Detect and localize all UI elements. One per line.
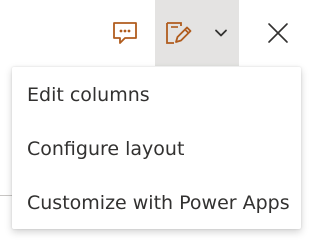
edit-view-button-group	[155, 0, 239, 66]
chevron-down-icon	[215, 29, 227, 37]
comment-button[interactable]	[104, 0, 146, 66]
menu-item-configure-layout[interactable]: Configure layout	[12, 122, 301, 176]
edit-view-menu: Edit columns Configure layout Customize …	[12, 67, 301, 229]
close-icon	[268, 23, 288, 43]
edit-view-button[interactable]	[155, 0, 203, 66]
toolbar	[0, 0, 314, 66]
divider	[0, 195, 12, 196]
menu-item-label: Customize with Power Apps	[27, 192, 290, 214]
page: Edit columns Configure layout Customize …	[0, 0, 314, 247]
comment-icon	[113, 22, 137, 44]
menu-item-edit-columns[interactable]: Edit columns	[12, 68, 301, 122]
close-button[interactable]	[256, 0, 300, 66]
menu-item-customize-power-apps[interactable]: Customize with Power Apps	[12, 176, 301, 230]
menu-item-label: Configure layout	[27, 138, 185, 160]
edit-view-dropdown-button[interactable]	[203, 0, 239, 66]
menu-item-label: Edit columns	[27, 84, 150, 106]
edit-view-icon	[166, 22, 192, 44]
